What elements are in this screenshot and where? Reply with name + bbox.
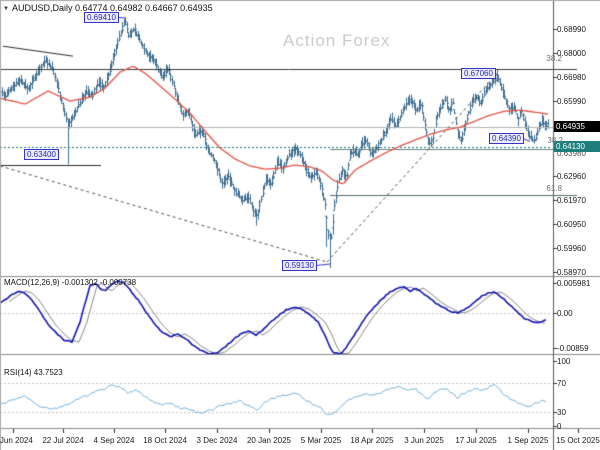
fib-level-label: 38.2 bbox=[547, 136, 563, 145]
price-callout-label[interactable]: 0.63400 bbox=[24, 149, 59, 160]
macd-indicator-label: MACD(12,26,9) -0.001302 -0.000738 bbox=[4, 278, 136, 287]
rsi-axis-label: 70 bbox=[557, 379, 566, 388]
price-axis-label: 0.58970 bbox=[557, 268, 586, 277]
rsi-axis-label: 0 bbox=[557, 422, 561, 431]
price-axis-label: 0.65990 bbox=[557, 97, 586, 106]
rsi-axis-label: 30 bbox=[557, 408, 566, 417]
rsi-indicator-label: RSI(14) 43.7523 bbox=[4, 368, 63, 377]
date-axis-label: 3 Jun 2025 bbox=[394, 436, 454, 445]
watermark: Action Forex bbox=[283, 31, 390, 51]
price-axis-label: 0.59960 bbox=[557, 244, 586, 253]
date-axis-label: 18 Apr 2025 bbox=[342, 436, 402, 445]
price-callout-label[interactable]: 0.69410 bbox=[84, 12, 119, 23]
price-axis-label: 0.66980 bbox=[557, 73, 586, 82]
mt4-chart-window: Action Forex ▼AUDUSD,Daily 0.64774 0.649… bbox=[0, 0, 600, 450]
date-axis-label: 20 Jan 2025 bbox=[239, 436, 299, 445]
price-axis-label: 0.68990 bbox=[557, 25, 586, 34]
fib-level-label: 38.2 bbox=[546, 54, 562, 63]
price-axis-label: 0.61970 bbox=[557, 196, 586, 205]
axis-price-tag: 0.64935 bbox=[554, 121, 600, 132]
symbol-period-title: AUDUSD,Daily bbox=[12, 3, 73, 13]
date-axis-label: 17 Jul 2025 bbox=[446, 436, 506, 445]
price-callout-label[interactable]: 0.64390 bbox=[489, 133, 524, 144]
price-axis-label: 0.62960 bbox=[557, 172, 586, 181]
date-axis-label: 3 Dec 2024 bbox=[187, 436, 247, 445]
symbol-dropdown-icon[interactable]: ▼ bbox=[3, 4, 9, 14]
rsi-axis-label: 100 bbox=[557, 357, 570, 366]
date-axis-label: 18 Oct 2024 bbox=[135, 436, 195, 445]
price-callout-label[interactable]: 0.59130 bbox=[282, 260, 317, 271]
date-axis-label: 15 Oct 2025 bbox=[548, 436, 600, 445]
fib-level-label: 61.8 bbox=[546, 184, 562, 193]
price-axis-label: 0.60950 bbox=[557, 220, 586, 229]
macd-axis-label: -0.00859 bbox=[557, 344, 589, 353]
macd-axis-label: 0.00 bbox=[557, 309, 573, 318]
price-callout-label[interactable]: 0.67060 bbox=[461, 68, 496, 79]
chart-canvas[interactable] bbox=[0, 0, 600, 450]
macd-axis-label: 0.005981 bbox=[557, 279, 590, 288]
